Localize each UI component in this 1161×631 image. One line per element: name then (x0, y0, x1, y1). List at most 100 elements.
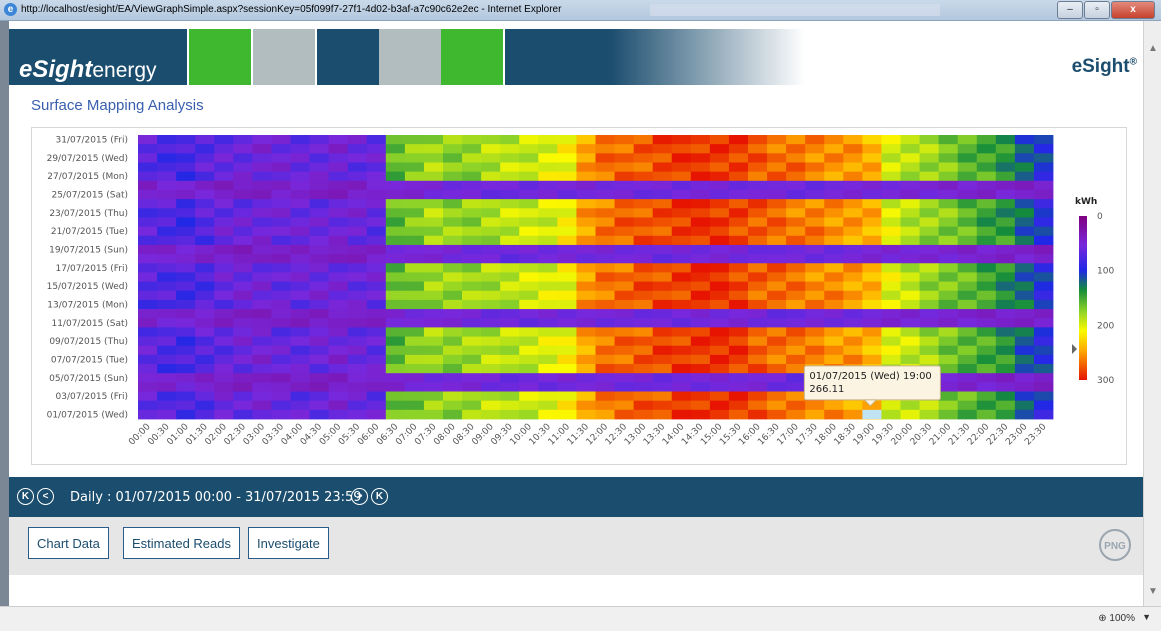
heatmap-cell (919, 281, 940, 292)
heatmap-cell (519, 244, 539, 255)
heatmap-cell (423, 135, 444, 145)
zoom-level[interactable]: ⊕ 100% (1098, 613, 1135, 624)
heatmap-cell (385, 290, 406, 301)
heatmap-cell (1014, 153, 1035, 163)
heatmap-cell (976, 208, 997, 218)
heatmap-cell (748, 217, 768, 228)
heatmap-cell (881, 199, 901, 209)
heatmap-cell (538, 373, 558, 383)
heatmap-cell (519, 318, 539, 328)
estimated-reads-button[interactable]: Estimated Reads (123, 527, 240, 559)
heatmap-cell (919, 144, 940, 154)
investigate-button[interactable]: Investigate (248, 527, 329, 559)
heatmap-cell (595, 153, 615, 163)
heatmap-cell (500, 272, 520, 282)
heatmap-cell (862, 235, 882, 246)
scroll-up-icon[interactable]: ▲ (1148, 43, 1158, 54)
heatmap-cell (214, 153, 234, 163)
y-axis-label: 13/07/2015 (Mon) (47, 300, 128, 310)
heatmap-cell (824, 281, 844, 292)
heatmap-cell (595, 299, 615, 310)
heatmap-cell (481, 327, 501, 337)
heatmap-cell (595, 135, 615, 145)
heatmap-cell (176, 290, 196, 301)
heatmap-cell (462, 364, 482, 374)
heatmap-cell (614, 153, 635, 163)
heatmap-cell (652, 281, 673, 292)
heatmap-cell (728, 364, 749, 374)
heatmap-cell (995, 244, 1016, 255)
heatmap-cell (976, 272, 997, 282)
heatmap-cell (690, 354, 711, 365)
chart-data-button[interactable]: Chart Data (28, 527, 109, 559)
heatmap-cell (347, 299, 368, 310)
heatmap-cell (843, 318, 863, 328)
heatmap-cell (690, 189, 711, 200)
heatmap-cell (423, 290, 444, 301)
heatmap-cell (538, 327, 558, 337)
window-titlebar: e http://localhost/esight/EA/ViewGraphSi… (0, 0, 1161, 21)
heatmap-cell (786, 409, 806, 420)
scroll-down-icon[interactable]: ▼ (1148, 586, 1158, 597)
heatmap-cell (1014, 180, 1035, 191)
heatmap-cell (976, 144, 997, 154)
heatmap-cell (900, 281, 920, 292)
esight-energy-logo: eSightenergy (19, 56, 157, 84)
heatmap-cell (328, 400, 349, 411)
heatmap-cell (767, 199, 787, 209)
png-export-icon[interactable]: PNG (1099, 529, 1131, 561)
heatmap-cell (462, 345, 482, 356)
heatmap-cell (290, 391, 310, 402)
heatmap-cell (1014, 400, 1035, 411)
heatmap-cell (538, 272, 558, 282)
zoom-dropdown-icon[interactable]: ▼ (1142, 612, 1151, 622)
heatmap-cell (843, 199, 863, 209)
heatmap-cell (748, 327, 768, 337)
heatmap-cell (633, 373, 654, 383)
heatmap-cell (748, 373, 768, 383)
heatmap-cell (557, 299, 577, 310)
heatmap-cell (462, 171, 482, 182)
heatmap-cell (519, 309, 539, 319)
heatmap-cell (309, 235, 330, 246)
heatmap-cell (690, 235, 711, 246)
heatmap-cell (138, 309, 158, 319)
heatmap-cell (690, 309, 711, 319)
heatmap-cell (176, 263, 196, 273)
maximize-button[interactable]: ▫ (1084, 1, 1110, 19)
heatmap-cell (633, 400, 654, 411)
heatmap-cell (690, 217, 711, 228)
close-button[interactable]: x (1111, 1, 1155, 19)
heatmap-cell (290, 208, 310, 218)
heatmap-cell (748, 336, 768, 347)
heatmap-cell (1033, 345, 1054, 356)
heatmap-cell (633, 217, 654, 228)
heatmap-cell (195, 199, 215, 209)
last-period-button[interactable]: K (371, 488, 388, 505)
y-axis-label: 27/07/2015 (Mon) (47, 172, 128, 182)
heatmap-cell (633, 226, 654, 237)
heatmap-cell (347, 382, 368, 392)
heatmap-cell (805, 217, 825, 228)
vertical-scrollbar[interactable]: ▲ ▼ (1143, 21, 1161, 606)
heatmap-cell (176, 309, 196, 319)
minimize-button[interactable]: – (1057, 1, 1083, 19)
heatmap-cell (652, 189, 673, 200)
heatmap-cell (595, 208, 615, 218)
heatmap-cell (595, 336, 615, 347)
zoom-value: 100% (1109, 613, 1135, 624)
heatmap-cell (690, 162, 711, 173)
heatmap-cell (233, 391, 253, 402)
next-period-button[interactable]: > (351, 488, 368, 505)
heatmap-cell (843, 354, 863, 365)
heatmap-cell (671, 391, 692, 402)
previous-period-button[interactable]: < (37, 488, 54, 505)
heatmap-cell (728, 263, 749, 273)
colorbar-tick-label: 100 (1097, 267, 1114, 277)
heatmap-cell (328, 180, 349, 191)
first-period-button[interactable]: K (17, 488, 34, 505)
heatmap-cell (423, 281, 444, 292)
heatmap-cell (709, 135, 730, 145)
heatmap-cell (271, 345, 291, 356)
heatmap-cell (671, 226, 692, 237)
